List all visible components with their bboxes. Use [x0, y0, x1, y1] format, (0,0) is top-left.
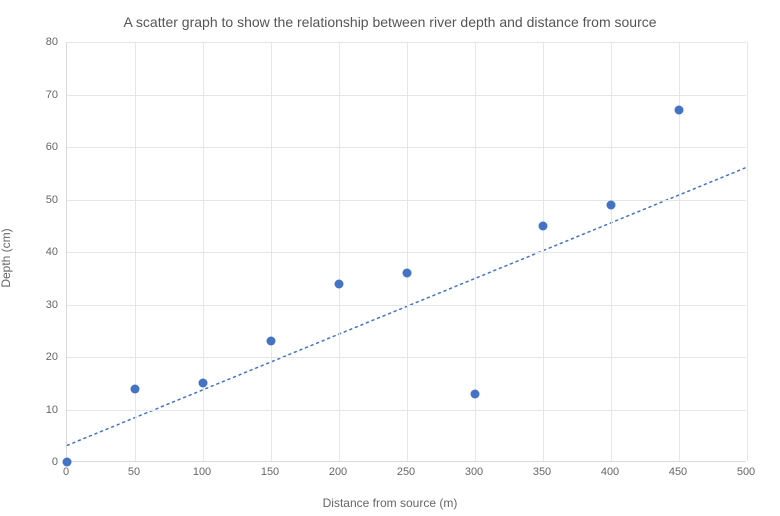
data-point: [403, 269, 412, 278]
x-tick-label: 100: [193, 466, 211, 478]
data-point: [471, 389, 480, 398]
x-tick-label: 200: [329, 466, 347, 478]
x-tick-label: 400: [601, 466, 619, 478]
data-point: [607, 200, 616, 209]
data-point: [267, 337, 276, 346]
scatter-chart: A scatter graph to show the relationship…: [0, 0, 780, 516]
x-tick-label: 500: [737, 466, 755, 478]
x-tick-label: 50: [128, 466, 140, 478]
x-gridline: [747, 42, 748, 461]
y-tick-label: 70: [0, 89, 58, 101]
chart-title: A scatter graph to show the relationship…: [0, 14, 780, 30]
x-tick-label: 150: [261, 466, 279, 478]
data-point: [131, 384, 140, 393]
y-gridline: [67, 200, 746, 201]
x-tick-label: 250: [397, 466, 415, 478]
y-tick-label: 60: [0, 141, 58, 153]
plot-area: [66, 42, 746, 462]
y-gridline: [67, 357, 746, 358]
y-axis-label: Depth (cm): [0, 228, 13, 287]
y-gridline: [67, 147, 746, 148]
y-gridline: [67, 95, 746, 96]
data-point: [539, 221, 548, 230]
y-gridline: [67, 305, 746, 306]
y-tick-label: 40: [0, 246, 58, 258]
y-tick-label: 10: [0, 404, 58, 416]
y-gridline: [67, 42, 746, 43]
x-tick-label: 450: [669, 466, 687, 478]
y-gridline: [67, 252, 746, 253]
x-tick-label: 350: [533, 466, 551, 478]
y-tick-label: 80: [0, 36, 58, 48]
data-point: [335, 279, 344, 288]
x-tick-label: 0: [63, 466, 69, 478]
y-tick-label: 50: [0, 194, 58, 206]
y-gridline: [67, 410, 746, 411]
data-point: [675, 106, 684, 115]
y-tick-label: 0: [0, 456, 58, 468]
y-tick-label: 30: [0, 299, 58, 311]
x-axis-label: Distance from source (m): [0, 496, 780, 510]
x-tick-label: 300: [465, 466, 483, 478]
data-point: [199, 379, 208, 388]
y-tick-label: 20: [0, 351, 58, 363]
